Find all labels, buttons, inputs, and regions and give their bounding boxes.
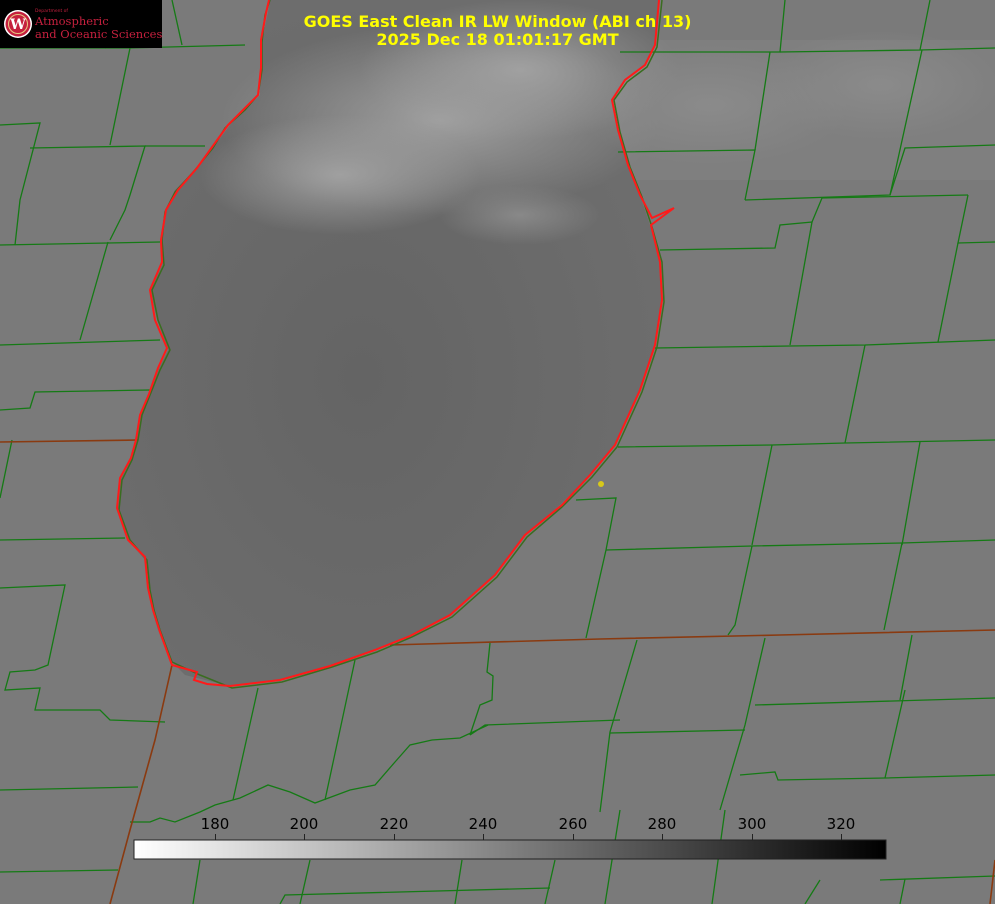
colorbar-tick: [752, 834, 753, 840]
colorbar-tick: [304, 834, 305, 840]
colorbar: [133, 839, 887, 860]
colorbar-tick-label: 300: [737, 815, 767, 833]
colorbar-tick: [662, 834, 663, 840]
colorbar-tick-label: 260: [558, 815, 588, 833]
location-marker: [598, 481, 604, 487]
colorbar-tick: [394, 834, 395, 840]
colorbar-tick: [573, 834, 574, 840]
colorbar-tick-label: 320: [826, 815, 856, 833]
colorbar-tick: [483, 834, 484, 840]
satellite-map: [0, 0, 995, 904]
colorbar-tick-label: 280: [647, 815, 677, 833]
colorbar-tick-label: 240: [468, 815, 498, 833]
colorbar-tick: [215, 834, 216, 840]
colorbar-tick: [841, 834, 842, 840]
colorbar-tick-label: 200: [289, 815, 319, 833]
colorbar-tick-label: 220: [379, 815, 409, 833]
map-title: GOES East Clean IR LW Window (ABI ch 13): [303, 12, 692, 31]
colorbar-tick-label: 180: [200, 815, 230, 833]
map-timestamp: 2025 Dec 18 01:01:17 GMT: [376, 30, 619, 49]
